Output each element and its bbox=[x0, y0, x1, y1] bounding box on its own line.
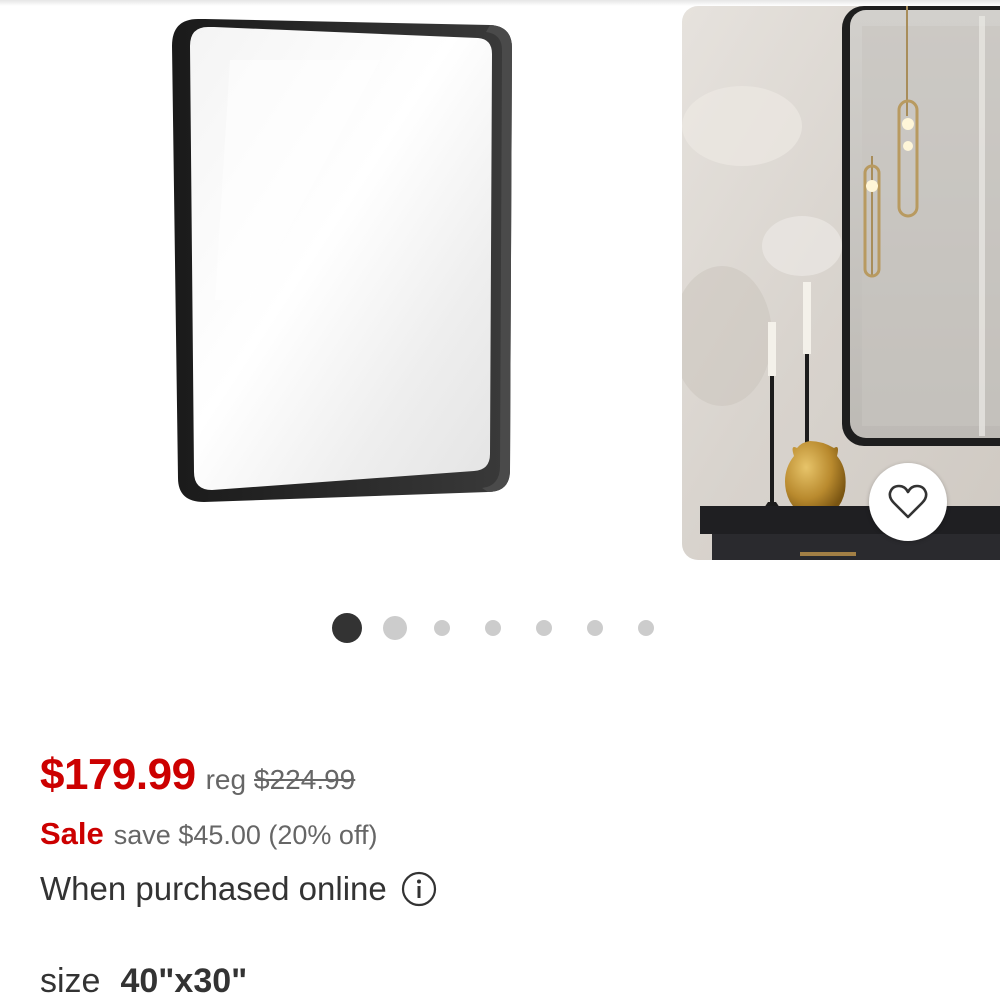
info-button[interactable] bbox=[401, 871, 437, 907]
current-price: $179.99 bbox=[40, 750, 196, 799]
carousel-dot[interactable] bbox=[383, 616, 407, 640]
product-page: $179.99 reg $224.99 Sale save $45.00 (20… bbox=[0, 0, 1000, 1000]
price-row: $179.99 reg $224.99 bbox=[40, 750, 355, 800]
reg-price-label: reg bbox=[205, 764, 247, 795]
product-image-main[interactable] bbox=[0, 0, 672, 565]
sale-row: Sale save $45.00 (20% off) bbox=[40, 816, 377, 852]
carousel-dot[interactable] bbox=[536, 620, 552, 636]
heart-icon bbox=[888, 484, 928, 519]
online-note-row: When purchased online bbox=[40, 870, 437, 908]
mirror-product-image bbox=[172, 19, 512, 502]
savings-text: save $45.00 (20% off) bbox=[113, 820, 378, 850]
size-selector-row: size 40"x30" bbox=[40, 962, 247, 1000]
online-note: When purchased online bbox=[40, 870, 387, 907]
sale-badge: Sale bbox=[40, 816, 104, 851]
product-image-lifestyle[interactable] bbox=[682, 6, 1000, 560]
favorite-button[interactable] bbox=[869, 463, 947, 541]
size-value: 40"x30" bbox=[120, 962, 248, 1000]
info-icon bbox=[401, 871, 436, 907]
carousel-dot[interactable] bbox=[434, 620, 450, 636]
carousel-dot[interactable] bbox=[638, 620, 654, 636]
carousel-pagination[interactable] bbox=[332, 612, 654, 644]
carousel-dot-active[interactable] bbox=[332, 613, 362, 643]
carousel-dot[interactable] bbox=[587, 620, 603, 636]
size-label: size bbox=[40, 962, 101, 1000]
image-carousel[interactable] bbox=[0, 0, 1000, 565]
mirror-lifestyle-image bbox=[682, 6, 1000, 560]
carousel-dot[interactable] bbox=[485, 620, 501, 636]
reg-price: $224.99 bbox=[254, 764, 356, 795]
